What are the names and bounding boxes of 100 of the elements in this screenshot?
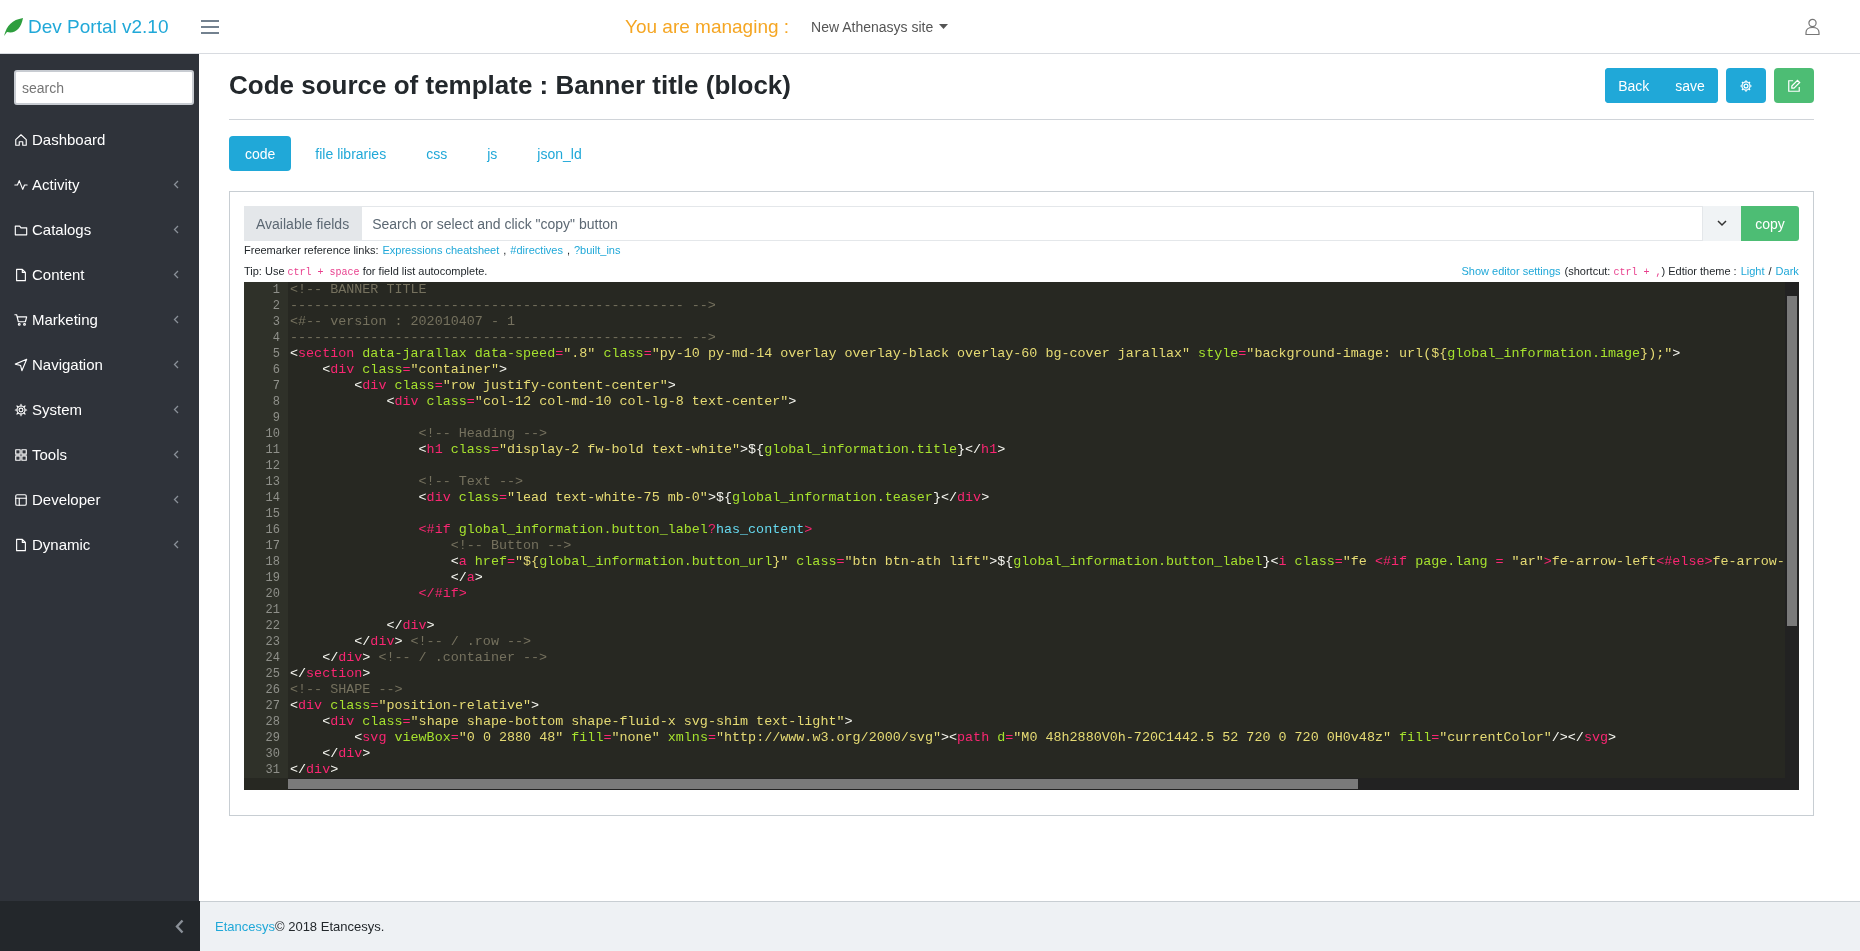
tab[interactable]: js [471, 136, 514, 171]
layout-icon [14, 492, 28, 507]
line-number: 21 [244, 602, 288, 618]
leaf-icon [2, 16, 24, 37]
field-search-input[interactable]: Search or select and click "copy" button [361, 206, 1704, 241]
code-line: <div class="col-12 col-md-10 col-lg-8 text-center"> [385, 394, 797, 410]
code-line: <#if global_information.button_label?has_content> [417, 522, 813, 538]
sidebar-item[interactable]: Activity [14, 162, 194, 207]
tip-text: Tip: Use ctrl + space for field list autocomplete. [244, 265, 488, 278]
edit-button[interactable] [1773, 68, 1814, 103]
code-line: <!-- BANNER TITLE [289, 282, 427, 298]
line-number: 24 [244, 650, 288, 666]
tab[interactable]: file libraries [299, 136, 403, 171]
reference-link[interactable]: Dark [1775, 265, 1799, 278]
code-line: </div> [289, 762, 339, 778]
line-number: 22 [244, 618, 288, 634]
reference-link[interactable]: Light [1740, 265, 1765, 278]
site-dropdown[interactable]: New Athenasys site [811, 18, 949, 35]
reference-link[interactable]: Show editor settings [1461, 265, 1561, 278]
code-line: </a> [449, 570, 483, 586]
send-icon [14, 357, 28, 372]
tab[interactable]: code [229, 136, 292, 171]
sidebar-item[interactable]: Developer [14, 477, 194, 522]
reference-text: , [566, 244, 570, 256]
sidebar-item[interactable]: System [14, 387, 194, 432]
code-line: </section> [289, 666, 371, 682]
code-line: ------------------------------------------------- --> [289, 298, 716, 314]
code-line: <div class="position-relative"> [289, 698, 540, 714]
settings-text: / [1768, 265, 1772, 278]
file-icon [14, 267, 28, 282]
code-editor[interactable] [244, 282, 1799, 790]
reference-text: , [503, 244, 507, 256]
caret-icon [939, 23, 949, 30]
dropdown-button[interactable] [1703, 206, 1742, 241]
code-line: <#-- version : 202010407 - 1 [289, 314, 515, 330]
collapse-icon[interactable] [175, 918, 184, 934]
settings-icon [1738, 78, 1753, 93]
line-number: 8 [244, 394, 288, 410]
copyright-text: © 2018 Etancesys. [275, 919, 385, 934]
edit-icon [1786, 78, 1801, 93]
line-number: 25 [244, 666, 288, 682]
settings-icon [14, 402, 28, 417]
page-title: Code source of template : Banner title (block) [229, 70, 791, 101]
settings-button[interactable] [1725, 68, 1766, 103]
line-number: 10 [244, 426, 288, 442]
sidebar-item[interactable]: Dashboard [14, 117, 194, 162]
tab[interactable]: json_ld [521, 136, 598, 171]
grid-icon [14, 447, 28, 462]
code-line: <section data-jarallax data-speed=".8" class="py-10 py-md-14 overlay overlay-black overlay-60 bg-cover jarallax" style="background-image: url(${global_information.image});"> [289, 346, 1681, 362]
code-line: <!-- SHAPE --> [289, 682, 403, 698]
line-number: 7 [244, 378, 288, 394]
line-number: 9 [244, 410, 288, 426]
line-number: 19 [244, 570, 288, 586]
code-line: <div class="lead text-white-75 mb-0">${global_information.teaser}</div> [417, 490, 990, 506]
cart-icon [14, 312, 28, 327]
code-line: </div> <!-- / .row --> [353, 634, 532, 650]
reference-link[interactable]: #directives [510, 244, 563, 256]
line-number: 28 [244, 714, 288, 730]
line-number: 31 [244, 762, 288, 778]
code-line: <!-- Button --> [449, 538, 572, 554]
code-line: <div class="shape shape-bottom shape-fluid-x svg-shim text-light"> [321, 714, 853, 730]
line-number: 26 [244, 682, 288, 698]
settings-text: (shortcut: ctrl + ,) Edtior theme : [1564, 265, 1737, 278]
code-line: <!-- Text --> [417, 474, 524, 490]
user-icon[interactable] [1805, 18, 1820, 35]
line-number: 3 [244, 314, 288, 330]
line-number: 20 [244, 586, 288, 602]
code-line: </div> [385, 618, 435, 634]
reference-link[interactable]: Expressions cheatsheet [382, 244, 500, 256]
sidebar-item[interactable]: Marketing [14, 297, 194, 342]
company-link[interactable]: Etancesys [215, 919, 275, 934]
line-number: 13 [244, 474, 288, 490]
menu-icon[interactable] [200, 18, 220, 35]
reference-text: Freemarker reference links: [244, 244, 379, 256]
activity-icon [14, 177, 28, 192]
tab[interactable]: css [410, 136, 464, 171]
sidebar-item[interactable]: Navigation [14, 342, 194, 387]
vertical-scrollbar[interactable] [1784, 282, 1799, 778]
sidebar-item[interactable]: Catalogs [14, 207, 194, 252]
file-icon [14, 537, 28, 552]
code-line: </div> <!-- / .container --> [321, 650, 548, 666]
line-number: 4 [244, 330, 288, 346]
code-line: <svg viewBox="0 0 2880 48" fill="none" xmlns="http://www.w3.org/2000/svg"><path d="M0 48h2880V0h-720C1442.5 52 720 0 720 0H0v48z" fill="currentColor"/></svg> [353, 730, 1617, 746]
code-line: <h1 class="display-2 fw-bold text-white">${global_information.title}</h1> [417, 442, 1006, 458]
code-line: ------------------------------------------------- --> [289, 330, 716, 346]
horizontal-scrollbar[interactable] [288, 778, 1799, 790]
code-line: <div class="container"> [321, 362, 507, 378]
line-number: 11 [244, 442, 288, 458]
sidebar-item[interactable]: Tools [14, 432, 194, 477]
line-number: 14 [244, 490, 288, 506]
sidebar-item[interactable]: Dynamic [14, 522, 194, 567]
code-line: <a href="${global_information.button_url}" class="btn btn-ath lift">${global_information.button_label}<i class="fe <#if page.lang = "ar">fe-arrow-left<#else>fe-arrow- [449, 554, 1785, 570]
copy-button[interactable]: copy [1741, 206, 1799, 241]
line-number: 6 [244, 362, 288, 378]
sidebar-item[interactable]: Content [14, 252, 194, 297]
line-number: 2 [244, 298, 288, 314]
reference-link[interactable]: ?built_ins [574, 244, 621, 256]
line-number: 27 [244, 698, 288, 714]
search-field[interactable]: search [14, 70, 194, 105]
chevron-down-icon [1717, 220, 1728, 227]
